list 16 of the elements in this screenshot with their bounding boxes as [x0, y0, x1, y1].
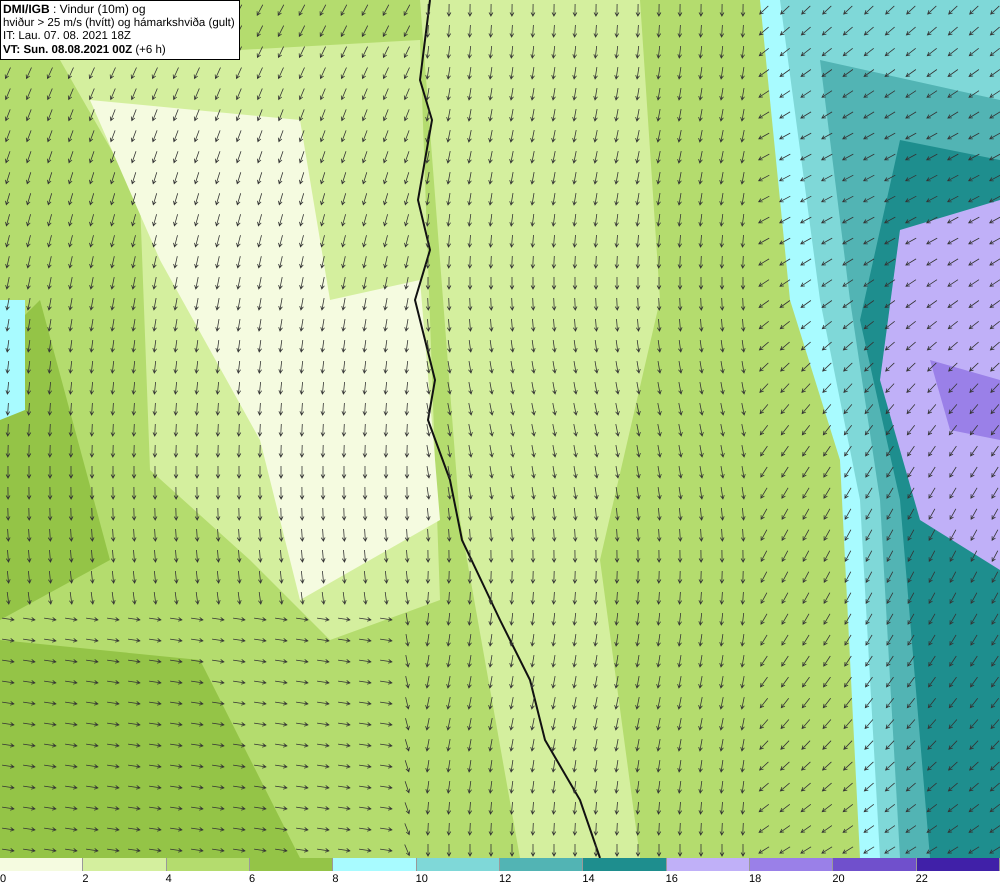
info-text: DMI/IGB : Vindur (10m) og [3, 3, 146, 16]
info-text: VT: Sun. 08.08.2021 00Z (+6 h) [3, 44, 167, 57]
info-text: IT: Lau. 07. 08. 2021 18Z [3, 30, 132, 44]
info-text: hviður > 25 m/s (hvítt) og hámarkshviða (gult) [3, 16, 235, 30]
legend-label: 8 [332, 872, 338, 887]
legend-label: 6 [249, 872, 256, 887]
legend-label: 2 [82, 872, 88, 887]
legend-label: 22 [916, 872, 928, 887]
legend-label: 10 [416, 872, 428, 887]
legend-label: 4 [166, 872, 172, 887]
legend-label: 0 [0, 872, 6, 887]
legend-label: 12 [499, 872, 512, 887]
legend-label: 20 [832, 872, 845, 887]
legend-label: 16 [666, 872, 678, 887]
legend-label: 18 [749, 872, 762, 887]
legend-label: 14 [582, 872, 595, 887]
